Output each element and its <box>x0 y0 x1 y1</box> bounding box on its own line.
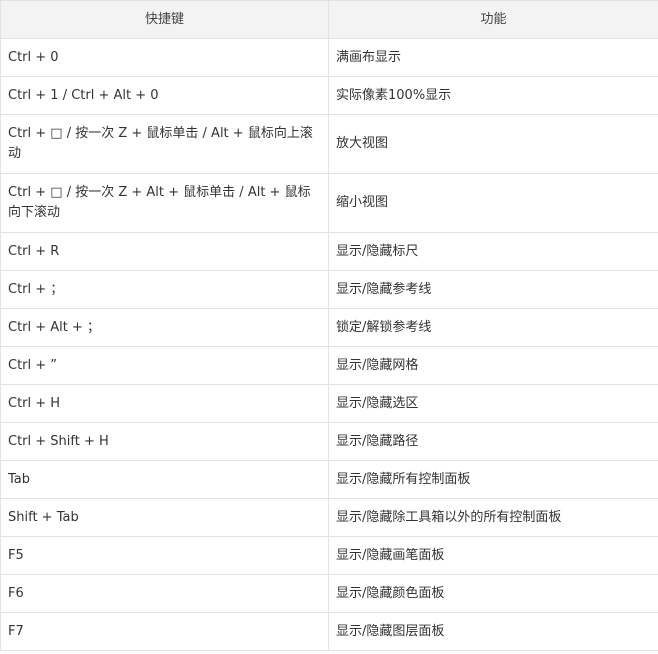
function-cell: 显示/隐藏选区 <box>328 384 658 423</box>
table-row: Ctrl + ； 显示/隐藏参考线 <box>0 270 658 309</box>
shortcut-table-page: 快捷键 功能 Ctrl + 0 满画布显示 Ctrl + 1 / Ctrl + … <box>0 0 658 654</box>
shortcut-cell: Ctrl + ； <box>0 270 329 309</box>
shortcut-cell: Ctrl + Shift + H <box>0 422 329 461</box>
function-cell: 缩小视图 <box>328 173 658 233</box>
table-header-row: 快捷键 功能 <box>0 0 658 39</box>
table-row: Ctrl + Alt + ； 锁定/解锁参考线 <box>0 308 658 347</box>
table-row: Ctrl + ” 显示/隐藏网格 <box>0 346 658 385</box>
function-cell: 实际像素100%显示 <box>328 76 658 115</box>
shortcut-table: 快捷键 功能 Ctrl + 0 满画布显示 Ctrl + 1 / Ctrl + … <box>0 0 658 651</box>
table-row: Ctrl + □ / 按一次 Z + Alt + 鼠标单击 / Alt + 鼠标… <box>0 173 658 233</box>
function-cell: 显示/隐藏所有控制面板 <box>328 460 658 499</box>
function-cell: 显示/隐藏除工具箱以外的所有控制面板 <box>328 498 658 537</box>
function-cell: 显示/隐藏颜色面板 <box>328 574 658 613</box>
function-cell: 放大视图 <box>328 114 658 174</box>
shortcut-cell: Ctrl + H <box>0 384 329 423</box>
shortcut-cell: Ctrl + R <box>0 232 329 271</box>
function-cell: 显示/隐藏网格 <box>328 346 658 385</box>
shortcut-cell: Ctrl + 0 <box>0 38 329 77</box>
table-row: Ctrl + 0 满画布显示 <box>0 38 658 77</box>
table-row: F6 显示/隐藏颜色面板 <box>0 574 658 613</box>
table-row: Ctrl + □ / 按一次 Z + 鼠标单击 / Alt + 鼠标向上滚动 放… <box>0 114 658 174</box>
table-row: F5 显示/隐藏画笔面板 <box>0 536 658 575</box>
function-cell: 显示/隐藏标尺 <box>328 232 658 271</box>
function-cell: 满画布显示 <box>328 38 658 77</box>
shortcut-cell: Ctrl + 1 / Ctrl + Alt + 0 <box>0 76 329 115</box>
shortcut-cell: Ctrl + Alt + ； <box>0 308 329 347</box>
table-row: Ctrl + Shift + H 显示/隐藏路径 <box>0 422 658 461</box>
shortcut-cell: Tab <box>0 460 329 499</box>
table-row: Shift + Tab 显示/隐藏除工具箱以外的所有控制面板 <box>0 498 658 537</box>
shortcut-cell: F6 <box>0 574 329 613</box>
table-row: Ctrl + 1 / Ctrl + Alt + 0 实际像素100%显示 <box>0 76 658 115</box>
function-cell: 显示/隐藏参考线 <box>328 270 658 309</box>
function-cell: 显示/隐藏路径 <box>328 422 658 461</box>
shortcut-cell: Ctrl + □ / 按一次 Z + Alt + 鼠标单击 / Alt + 鼠标… <box>0 173 329 233</box>
table-row: Ctrl + R 显示/隐藏标尺 <box>0 232 658 271</box>
header-shortcut: 快捷键 <box>0 0 329 39</box>
table-row: Tab 显示/隐藏所有控制面板 <box>0 460 658 499</box>
function-cell: 显示/隐藏图层面板 <box>328 612 658 651</box>
function-cell: 锁定/解锁参考线 <box>328 308 658 347</box>
table-row: Ctrl + H 显示/隐藏选区 <box>0 384 658 423</box>
table-row: F7 显示/隐藏图层面板 <box>0 612 658 651</box>
function-cell: 显示/隐藏画笔面板 <box>328 536 658 575</box>
shortcut-cell: Ctrl + □ / 按一次 Z + 鼠标单击 / Alt + 鼠标向上滚动 <box>0 114 329 174</box>
shortcut-cell: F7 <box>0 612 329 651</box>
shortcut-cell: Shift + Tab <box>0 498 329 537</box>
shortcut-cell: F5 <box>0 536 329 575</box>
shortcut-cell: Ctrl + ” <box>0 346 329 385</box>
header-function: 功能 <box>328 0 658 39</box>
